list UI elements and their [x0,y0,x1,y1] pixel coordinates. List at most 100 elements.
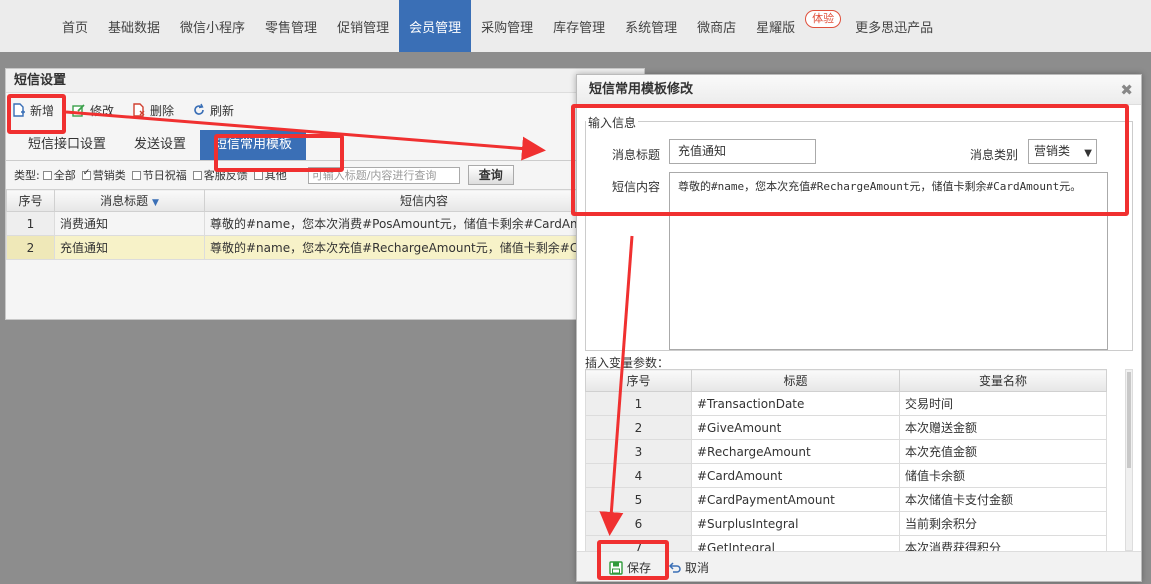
table-row[interactable]: 1 消费通知 尊敬的#name，您本次消费#PosAmount元，储值卡剩余#C… [6,211,644,236]
nav-item[interactable]: 微信小程序 [170,0,255,52]
filter-option-all[interactable]: 全部 [42,167,76,183]
variable-title: #SurplusIntegral [691,511,900,536]
edit-button[interactable]: 修改 [72,102,114,119]
dialog-header: 短信常用模板修改 ✖ [577,75,1141,105]
column-header-no: 序号 [6,189,55,212]
column-header-no: 序号 [585,369,692,392]
nav-item[interactable]: 基础数据 [98,0,170,52]
checkbox[interactable] [131,170,141,180]
undo-icon [668,561,681,573]
row-number: 5 [585,487,692,512]
variables-table-wrapper: 序号 标题 变量名称 1 #TransactionDate 交易时间 2 #GiveAm… [585,369,1107,551]
row-number: 3 [585,439,692,464]
nav-item[interactable]: 首页 [52,0,98,52]
delete-label: 删除 [150,103,175,118]
variable-name: 当前剩余积分 [899,511,1107,536]
filter-option-label: 营销类 [92,169,126,182]
variable-title: #GetIntegral [691,535,900,551]
nav-item[interactable]: 星耀版 体验 [746,0,842,52]
checkbox[interactable] [192,170,202,180]
table-row[interactable]: 2 #GiveAmount 本次赠送金额 [585,415,1107,440]
sms-settings-panel: 短信设置 新增 修改 删除 刷新 短信接口设置 发送设置 短信常用模板 类型: … [5,68,645,320]
nav-item[interactable]: 促销管理 [327,0,399,52]
nav-item-label: 零售管理 [265,20,318,36]
close-icon[interactable]: ✖ [1120,75,1133,105]
filter-option-holiday[interactable]: 节日祝福 [131,167,187,183]
variable-title: #GiveAmount [691,415,900,440]
refresh-label: 刷新 [210,103,235,118]
nav-item[interactable]: 系统管理 [615,0,687,52]
checkbox[interactable] [81,168,91,180]
column-header-name: 变量名称 [899,369,1107,392]
annotation-box-save [597,540,669,580]
annotation-box-tab [214,134,344,172]
cancel-label: 取消 [685,561,710,575]
sort-down-icon: ▼ [151,198,159,208]
row-number: 1 [6,211,55,236]
type-label: 类型: [14,169,40,182]
annotation-box-add [7,94,66,134]
panel-title: 短信设置 [6,69,644,93]
nav-item-label: 更多思迅产品 [855,20,934,36]
delete-file-icon [133,103,145,117]
nav-item-label: 首页 [62,20,89,36]
row-number: 2 [6,235,55,260]
edit-label: 修改 [90,103,115,118]
row-title: 充值通知 [54,235,205,260]
nav-item[interactable]: 采购管理 [471,0,543,52]
tab-send-settings[interactable]: 发送设置 [120,130,200,160]
trial-badge: 体验 [805,10,842,28]
nav-item-label: 微信小程序 [180,20,246,36]
column-header-title[interactable]: 消息标题 ▼ [54,189,205,212]
filter-option-marketing[interactable]: 营销类 [81,167,126,183]
refresh-button[interactable]: 刷新 [192,102,234,119]
column-header-label: 消息标题 [100,194,149,208]
variable-name: 交易时间 [899,391,1107,416]
top-nav: 首页 基础数据 微信小程序 零售管理 促销管理 会员管理 采购管理 库存管理 系统管理 微商店 星耀… [0,0,1151,52]
variable-name: 本次储值卡支付金额 [899,487,1107,512]
variable-name: 本次赠送金额 [899,415,1107,440]
nav-item[interactable]: 零售管理 [255,0,327,52]
nav-item[interactable]: 库存管理 [543,0,615,52]
table-row[interactable]: 4 #CardAmount 储值卡余额 [585,463,1107,488]
checkbox[interactable] [42,170,52,180]
row-number: 1 [585,391,692,416]
tab-sms-interface[interactable]: 短信接口设置 [14,130,120,160]
nav-item-label: 基础数据 [108,20,161,36]
nav-item-label: 采购管理 [481,20,534,36]
column-header-var: 标题 [691,369,900,392]
table-row[interactable]: 2 充值通知 尊敬的#name，您本次充值#RechargeAmount元，储值… [6,235,644,260]
nav-item[interactable]: 会员管理 [399,0,472,52]
row-number: 2 [585,415,692,440]
table-row[interactable]: 5 #CardPaymentAmount 本次储值卡支付金额 [585,487,1107,512]
scrollbar-thumb[interactable] [1127,372,1131,468]
nav-item[interactable]: 微商店 [687,0,746,52]
variable-name: 储值卡余额 [899,463,1107,488]
dialog-title: 短信常用模板修改 [589,82,694,97]
variable-title: #TransactionDate [691,391,900,416]
row-title: 消费通知 [54,211,205,236]
table-row[interactable]: 3 #RechargeAmount 本次充值金额 [585,439,1107,464]
variable-title: #RechargeAmount [691,439,900,464]
table-row[interactable]: 6 #SurplusIntegral 当前剩余积分 [585,511,1107,536]
search-button[interactable]: 查询 [467,165,514,185]
nav-item-label: 星耀版 [756,20,796,36]
annotation-box-inputs [571,104,1129,216]
variables-scrollbar[interactable] [1125,369,1133,551]
variable-name: 本次消费获得积分 [899,535,1107,551]
filter-option-label: 全部 [53,169,76,182]
variable-title: #CardPaymentAmount [691,487,900,512]
variable-name: 本次充值金额 [899,439,1107,464]
nav-item-label: 促销管理 [337,20,390,36]
table-row[interactable]: 1 #TransactionDate 交易时间 [585,391,1107,416]
edit-icon [72,104,85,117]
variable-title: #CardAmount [691,463,900,488]
refresh-icon [194,103,204,115]
nav-item-label: 库存管理 [553,20,606,36]
nav-item-label: 微商店 [697,20,737,36]
variables-table: 序号 标题 变量名称 1 #TransactionDate 交易时间 2 #GiveAm… [585,369,1107,551]
cancel-button[interactable]: 取消 [667,559,709,576]
row-number: 6 [585,511,692,536]
delete-button[interactable]: 删除 [132,102,174,119]
nav-item[interactable]: 更多思迅产品 [845,0,943,52]
